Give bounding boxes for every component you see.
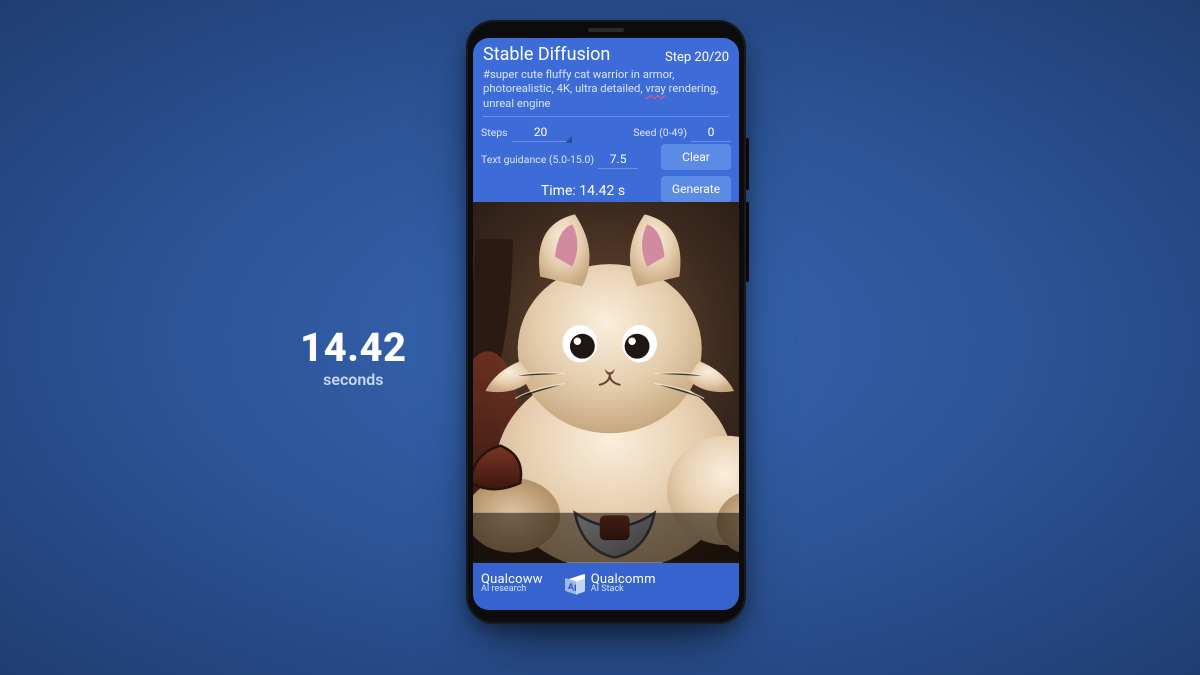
seed-input[interactable]: 0 — [691, 123, 731, 142]
brand-qualcomm-ai-stack: AI Qualcomm AI Stack — [565, 573, 656, 594]
brand1-sub: AI research — [481, 585, 543, 594]
power-button — [746, 138, 749, 190]
brand-qualcomm-ai-research: Qualcoww AI research — [481, 573, 543, 594]
brand-bar: Qualcoww AI research AI Qualcomm AI Stac… — [473, 563, 739, 610]
stage: 14.42 seconds Stable Diffusion Step 20/2… — [0, 0, 1200, 675]
volume-button — [746, 202, 749, 282]
app-title: Stable Diffusion — [483, 44, 610, 65]
prompt-spellcheck-word: vray — [645, 82, 666, 95]
dropdown-icon[interactable] — [565, 136, 572, 143]
elapsed-time-unit: seconds — [300, 372, 407, 388]
guidance-input[interactable]: 7.5 — [598, 150, 638, 169]
steps-value: 20 — [534, 125, 548, 139]
params-panel: Steps 20 Seed (0-49) 0 Text guidance (5.… — [473, 119, 739, 202]
brand2-sub: AI Stack — [591, 585, 656, 594]
generated-image — [473, 202, 739, 563]
guidance-value: 7.5 — [610, 152, 627, 166]
phone-frame: Stable Diffusion Step 20/20 #super cute … — [466, 20, 746, 624]
phone-screen: Stable Diffusion Step 20/20 #super cute … — [473, 38, 739, 610]
ai-stack-cube-icon: AI — [565, 574, 585, 594]
elapsed-time-value: 14.42 — [300, 328, 407, 368]
time-readout: Time: 14.42 s — [481, 177, 655, 201]
app-header: Stable Diffusion Step 20/20 #super cute … — [473, 38, 739, 119]
seed-value: 0 — [708, 125, 715, 139]
cat-warrior-illustration — [473, 202, 739, 563]
elapsed-time-callout: 14.42 seconds — [300, 328, 407, 388]
steps-label: Steps — [481, 126, 508, 139]
prompt-text[interactable]: #super cute fluffy cat warrior in armor,… — [483, 68, 729, 117]
generate-button[interactable]: Generate — [661, 176, 731, 202]
seed-label: Seed (0-49) — [633, 126, 687, 139]
step-counter: Step 20/20 — [665, 50, 729, 65]
steps-input[interactable]: 20 — [512, 123, 570, 142]
guidance-label: Text guidance (5.0-15.0) — [481, 153, 594, 166]
clear-button[interactable]: Clear — [661, 144, 731, 170]
